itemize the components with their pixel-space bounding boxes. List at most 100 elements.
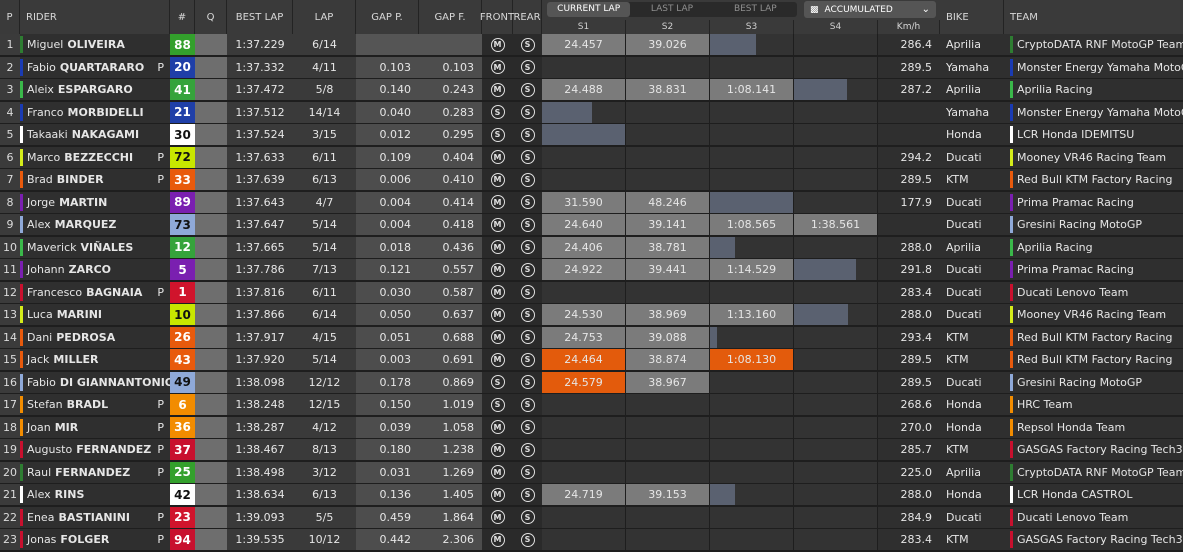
table-row[interactable]: 2 Fabio QUARTARARO P 20 1:37.332 4/11 0.103 0.10… [0, 56, 1183, 78]
sector-2-time [626, 461, 710, 483]
sector-progress-bar [710, 34, 756, 55]
speed-cell: 291.8 [878, 259, 940, 280]
speed-cell: 288.0 [878, 484, 940, 505]
table-row[interactable]: 13 Luca MARINI 10 1:37.866 6/14 0.050 0.637 M S 24… [0, 304, 1183, 325]
rider-cell: Miguel OLIVEIRA [20, 34, 170, 55]
table-row[interactable]: 15 Jack MILLER 43 1:37.920 5/14 0.003 0.691 M S 24… [0, 349, 1183, 370]
front-tyre-cell: M [482, 326, 513, 348]
sector-time-text: 31.590 [564, 195, 603, 209]
team-cell: Ducati Lenovo Team [1004, 506, 1183, 528]
sector-4-time [794, 281, 878, 303]
team-name: LCR Honda CASTROL [1017, 488, 1133, 501]
team-color-bar [1010, 396, 1013, 413]
team-cell: LCR Honda IDEMITSU [1004, 124, 1183, 145]
team-cell: Red Bull KTM Factory Racing [1004, 326, 1183, 348]
sector-1-time: 24.457 [542, 34, 626, 55]
bike-cell: Ducati [940, 191, 1004, 213]
bike-cell: KTM [940, 439, 1004, 460]
team-color-bar [20, 36, 23, 53]
team-name: Monster Energy Yamaha MotoGP [1017, 60, 1183, 74]
team-name: HRC Team [1017, 398, 1073, 411]
team-name: GASGAS Factory Racing Tech3 [1017, 533, 1183, 546]
bike-cell: Ducati [940, 506, 1004, 528]
table-row[interactable]: 6 Marco BEZZECCHI P 72 1:37.633 6/11 0.109 0.404… [0, 146, 1183, 168]
front-tyre-cell: M [482, 214, 513, 235]
tab-best-lap[interactable]: BEST LAP [714, 2, 797, 17]
sector-3-time [710, 484, 794, 505]
front-tyre-cell: S [482, 371, 513, 393]
bike-cell: Yamaha [940, 56, 1004, 78]
position-cell: 20 [0, 461, 20, 483]
gap-first: 0.103 [419, 56, 482, 78]
table-row[interactable]: 12 Francesco BAGNAIA P 1 1:37.816 6/11 0.030 0.5… [0, 281, 1183, 303]
table-row[interactable]: 16 Fabio DI GIANNANTONIO 49 1:38.098 12/12 0.1… [0, 371, 1183, 393]
table-row[interactable]: 17 Stefan BRADL P 6 1:38.248 12/15 0.150 1.019 S S… [0, 394, 1183, 415]
team-color-bar [20, 261, 23, 278]
gap-previous: 0.006 [356, 169, 419, 190]
tab-current-lap[interactable]: CURRENT LAP [547, 2, 631, 17]
sector-1-time [542, 146, 626, 168]
rear-tyre-cell: S [513, 281, 542, 303]
bike-cell: Yamaha [940, 101, 1004, 123]
bike-cell: Ducati [940, 146, 1004, 168]
table-row[interactable]: 20 Raul FERNANDEZ P 25 1:38.498 3/12 0.031 1.269… [0, 461, 1183, 483]
qualifying-cell [195, 394, 227, 415]
gap-previous: 0.003 [356, 349, 419, 370]
sector-3-time [710, 124, 794, 145]
table-row[interactable]: 23 Jonas FOLGER P 94 1:39.535 10/12 0.442 2.306 M… [0, 529, 1183, 550]
table-row[interactable]: 11 Johann ZARCO 5 1:37.786 7/13 0.121 0.557 M S 24… [0, 259, 1183, 280]
rider-last-name: MIR [54, 420, 79, 434]
rider-first-name: Raul [27, 465, 52, 479]
speed-cell: 283.4 [878, 529, 940, 550]
sector-4-time [794, 416, 878, 438]
bike-cell: Ducati [940, 304, 1004, 325]
sector-3-time [710, 326, 794, 348]
pit-indicator: P [157, 443, 164, 456]
qualifying-cell [195, 56, 227, 78]
rider-cell: Jorge MARTIN [20, 191, 170, 213]
table-row[interactable]: 21 Alex RINS 42 1:38.634 6/13 0.136 1.405 M S 24.7… [0, 484, 1183, 505]
speed-cell: 270.0 [878, 416, 940, 438]
accumulated-label: ACCUMULATED [824, 4, 893, 15]
table-row[interactable]: 18 Joan MIR P 36 1:38.287 4/12 0.039 1.058 M S 270.… [0, 416, 1183, 438]
rear-tyre-icon: S [520, 262, 535, 277]
sector-2-time: 38.831 [626, 79, 710, 100]
team-cell: Ducati Lenovo Team [1004, 281, 1183, 303]
table-row[interactable]: 19 Augusto FERNANDEZ P 37 1:38.467 8/13 0.180 1.… [0, 439, 1183, 460]
qualifying-cell [195, 146, 227, 168]
sector-time-text: 1:08.565 [726, 218, 777, 231]
sector-2-time [626, 124, 710, 145]
lap-count: 4/11 [293, 56, 356, 78]
tab-last-lap[interactable]: LAST LAP [630, 2, 713, 17]
table-row[interactable]: 1 Miguel OLIVEIRA 88 1:37.229 6/14 M S 24.457 39.… [0, 34, 1183, 55]
table-row[interactable]: 9 Alex MARQUEZ 73 1:37.647 5/14 0.004 0.418 M S 24… [0, 214, 1183, 235]
team-name: Red Bull KTM Factory Racing [1017, 330, 1173, 344]
gap-previous: 0.040 [356, 101, 419, 123]
sector-1-time [542, 416, 626, 438]
rider-first-name: Stefan [27, 398, 63, 411]
table-row[interactable]: 7 Brad BINDER P 33 1:37.639 6/13 0.006 0.410 M S 28… [0, 169, 1183, 190]
table-row[interactable]: 22 Enea BASTIANINI P 23 1:39.093 5/5 0.459 1.864… [0, 506, 1183, 528]
position-cell: 18 [0, 416, 20, 438]
table-row[interactable]: 14 Dani PEDROSA 26 1:37.917 4/15 0.051 0.688 M S 2… [0, 326, 1183, 348]
table-row[interactable]: 3 Aleix ESPARGARO 41 1:37.472 5/8 0.140 0.243 M S… [0, 79, 1183, 100]
lap-count: 6/11 [293, 281, 356, 303]
table-row[interactable]: 10 Maverick VIÑALES 12 1:37.665 5/14 0.018 0.43… [0, 236, 1183, 258]
sector-time-text: 39.141 [648, 218, 687, 231]
front-tyre-icon: M [490, 330, 505, 344]
accumulated-dropdown[interactable]: ▩ ACCUMULATED ⌄ [804, 1, 936, 18]
best-lap-time: 1:38.498 [227, 461, 293, 483]
sector-1-time: 24.719 [542, 484, 626, 505]
rider-number: 30 [170, 124, 195, 145]
speed-cell [878, 101, 940, 123]
lap-count: 4/15 [293, 326, 356, 348]
qualifying-cell [195, 416, 227, 438]
rider-number: 23 [170, 506, 195, 528]
front-tyre-cell: M [482, 56, 513, 78]
position-cell: 23 [0, 529, 20, 550]
table-row[interactable]: 8 Jorge MARTIN 89 1:37.643 4/7 0.004 0.414 M S 31.… [0, 191, 1183, 213]
table-row[interactable]: 5 Takaaki NAKAGAMI 30 1:37.524 3/15 0.012 0.295… [0, 124, 1183, 145]
table-row[interactable]: 4 Franco MORBIDELLI 21 1:37.512 14/14 0.040 0.2… [0, 101, 1183, 123]
rider-number: 94 [170, 529, 195, 550]
team-cell: Repsol Honda Team [1004, 416, 1183, 438]
